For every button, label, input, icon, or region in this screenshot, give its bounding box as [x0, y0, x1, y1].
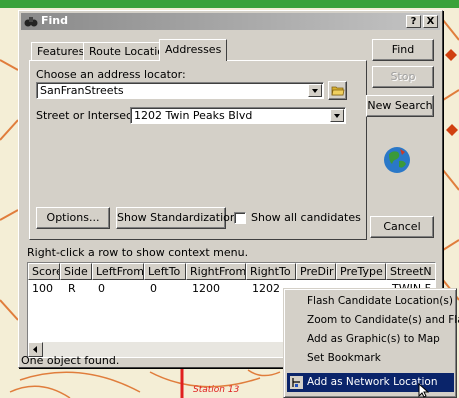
locator-label: Choose an address locator:: [36, 68, 186, 81]
binoculars-icon: [24, 17, 38, 27]
address-locator-select[interactable]: SanFranStreets: [36, 82, 324, 99]
cell-score: 100: [32, 282, 53, 295]
col-header-side[interactable]: Side: [60, 263, 92, 280]
show-standardization-button[interactable]: Show Standardization: [116, 207, 237, 229]
col-header-leftto[interactable]: LeftTo: [144, 263, 186, 280]
show-all-candidates-checkbox[interactable]: [234, 212, 246, 224]
show-all-candidates-label: Show all candidates: [251, 211, 361, 224]
open-folder-icon: [331, 86, 344, 96]
browse-locator-button[interactable]: [328, 81, 347, 100]
col-header-streetname[interactable]: StreetN: [386, 263, 435, 280]
close-button[interactable]: X: [423, 15, 438, 28]
cell-leftto: 0: [150, 282, 157, 295]
col-header-rightto[interactable]: RightTo: [246, 263, 296, 280]
cancel-button[interactable]: Cancel: [370, 216, 434, 238]
mouse-cursor-icon: [418, 383, 430, 398]
col-header-leftfrom[interactable]: LeftFrom: [92, 263, 144, 280]
menu-item-zoom-and-flash[interactable]: Zoom to Candidate(s) and Flash: [287, 311, 459, 330]
cell-side: R: [68, 282, 76, 295]
find-button[interactable]: Find: [372, 39, 434, 61]
menu-item-add-graphics[interactable]: Add as Graphic(s) to Map: [287, 330, 454, 349]
stop-button[interactable]: Stop: [372, 66, 434, 88]
col-header-score[interactable]: Score: [28, 263, 60, 280]
results-context-menu: Flash Candidate Location(s) Zoom to Cand…: [283, 288, 459, 398]
street-value: 1202 Twin Peaks Blvd: [134, 109, 253, 122]
tab-addresses[interactable]: Addresses: [159, 39, 228, 61]
cell-leftfrom: 0: [98, 282, 105, 295]
menu-item-set-bookmark[interactable]: Set Bookmark: [287, 349, 454, 368]
tab-features[interactable]: Features: [31, 42, 91, 60]
context-menu-hint: Right-click a row to show context menu.: [27, 246, 249, 259]
chevron-down-icon[interactable]: [308, 84, 322, 97]
street-intersection-input[interactable]: 1202 Twin Peaks Blvd: [130, 107, 346, 124]
cell-rightfrom: 1200: [192, 282, 220, 295]
help-button[interactable]: ?: [406, 15, 421, 28]
new-search-button[interactable]: New Search: [366, 95, 434, 117]
map-station-label: Station 13: [193, 385, 240, 395]
col-header-pretype[interactable]: PreType: [336, 263, 386, 280]
title-bar[interactable]: Find ? X: [21, 13, 440, 30]
locator-value: SanFranStreets: [40, 84, 124, 97]
globe-icon: [384, 147, 410, 173]
col-header-rightfrom[interactable]: RightFrom: [186, 263, 246, 280]
chevron-down-icon[interactable]: [330, 109, 344, 122]
col-header-predir[interactable]: PreDir: [296, 263, 336, 280]
addresses-tab-panel: Choose an address locator: SanFranStreet…: [29, 60, 367, 240]
status-text: One object found.: [21, 354, 120, 367]
dialog-title: Find: [41, 14, 68, 27]
network-location-icon: [290, 376, 303, 389]
menu-item-flash-candidate[interactable]: Flash Candidate Location(s): [287, 292, 454, 311]
options-button[interactable]: Options...: [36, 207, 110, 229]
